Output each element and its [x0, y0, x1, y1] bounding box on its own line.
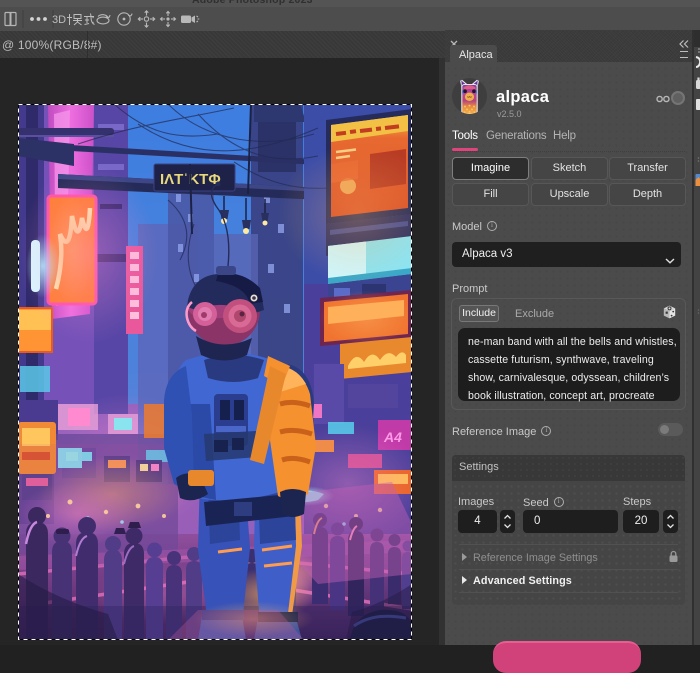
- svg-text:3D: 3D: [52, 14, 66, 26]
- svg-text::: :: [92, 14, 95, 26]
